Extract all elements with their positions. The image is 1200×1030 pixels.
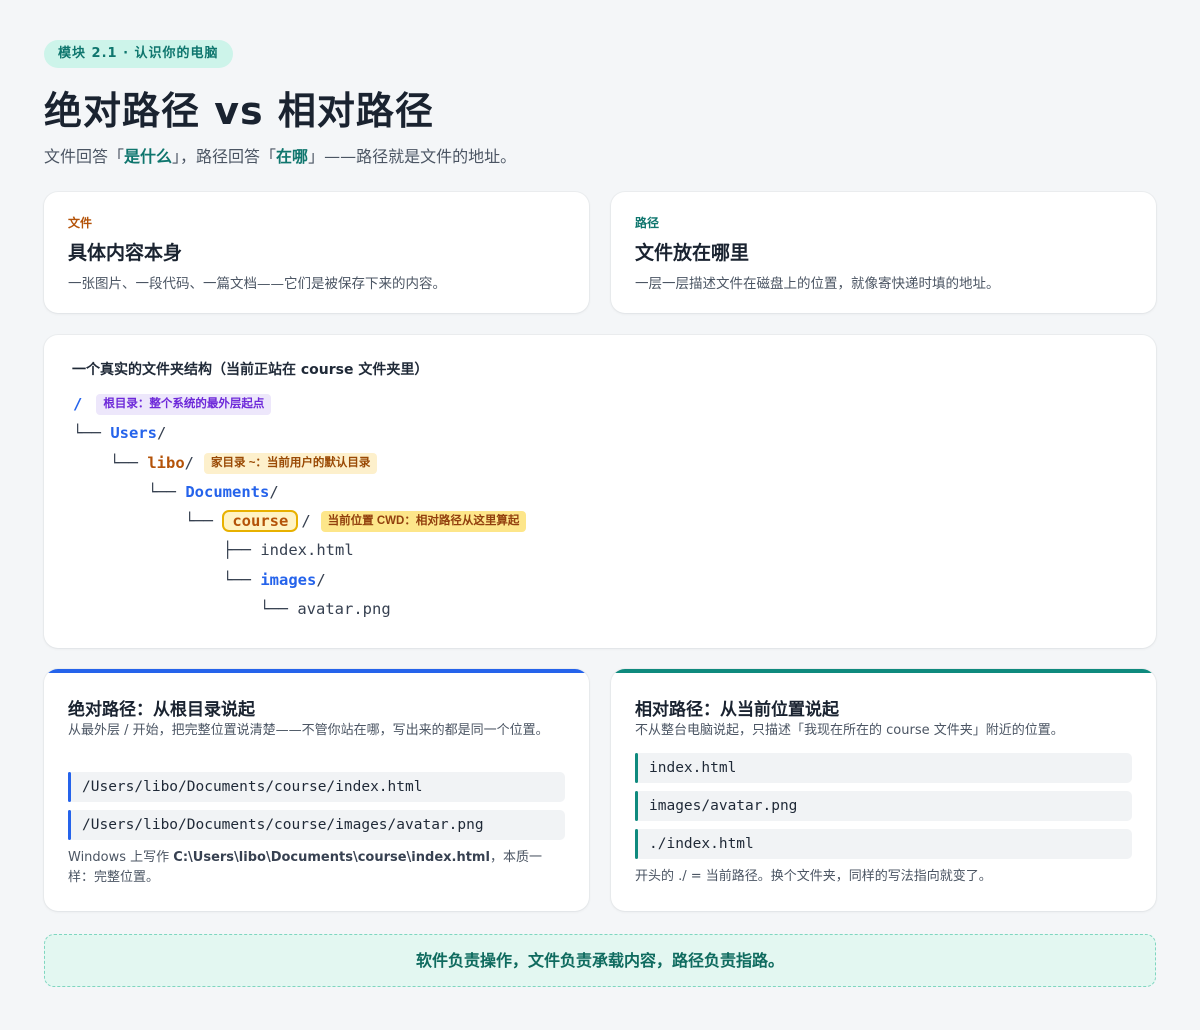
folder-images: images [260, 571, 317, 589]
path-separator: / [316, 571, 326, 589]
relative-path-title: 相对路径：从当前位置说起 [635, 700, 839, 720]
page-subtitle: 文件回答「是什么」，路径回答「在哪」——路径就是文件的地址。 [44, 143, 516, 167]
tree-branch: └── [73, 424, 111, 442]
tree-row-libo: └── libo / 家目录 ~：当前用户的默认目录 [110, 451, 378, 475]
module-badge: 模块 2.1 · 认识你的电脑 [44, 40, 233, 68]
tree-row-images: └── images / [223, 568, 326, 592]
tree-heading: 一个真实的文件夹结构（当前正站在 course 文件夹里） [72, 362, 429, 378]
path-separator: / [157, 424, 167, 442]
windows-path-example: C:\Users\libo\Documents\course\index.htm… [173, 850, 490, 865]
path-separator: / [301, 512, 311, 530]
windows-path-note: Windows 上写作 C:\Users\libo\Documents\cour… [68, 848, 558, 888]
path-definition-card: 路径 文件放在哪里 一层一层描述文件在磁盘上的位置，就像寄快递时填的地址。 [611, 192, 1156, 313]
path-separator: / [184, 454, 194, 472]
root-directory: / [73, 395, 83, 413]
tree-row-root: / 根目录：整个系统的最外层起点 [73, 392, 272, 416]
home-tag: 家目录 ~：当前用户的默认目录 [204, 452, 378, 474]
subtitle-part: 」——路径就是文件的地址。 [308, 147, 517, 166]
relative-path-example: index.html [635, 753, 1132, 783]
tree-branch: └── [223, 571, 261, 589]
card-description: 一张图片、一段代码、一篇文档——它们是被保存下来的内容。 [68, 276, 446, 292]
folder-libo: libo [147, 454, 185, 472]
card-title: 具体内容本身 [68, 242, 183, 264]
tree-row-documents: └── Documents / [148, 480, 279, 504]
tree-branch: └── [110, 454, 148, 472]
page-title: 绝对路径 vs 相对路径 [44, 89, 434, 133]
relative-path-description: 不从整台电脑说起，只描述「我现在所在的 course 文件夹」附近的位置。 [635, 723, 1064, 738]
subtitle-part: 文件回答「 [44, 147, 125, 166]
folder-documents: Documents [185, 483, 270, 501]
card-title: 文件放在哪里 [635, 242, 750, 264]
tree-row-avatar: └── avatar.png [260, 597, 391, 621]
absolute-path-example: /Users/libo/Documents/course/images/avat… [68, 810, 565, 840]
file-index-html: index.html [260, 541, 354, 559]
folder-tree-card: 一个真实的文件夹结构（当前正站在 course 文件夹里） / 根目录：整个系统… [44, 335, 1156, 648]
subtitle-part: 」，路径回答「 [172, 147, 277, 166]
tree-branch: └── [260, 600, 298, 618]
cwd-tag: 当前位置 CWD：相对路径从这里算起 [320, 510, 527, 532]
card-accent-bar [611, 669, 1156, 673]
tree-row-index: ├── index.html [223, 538, 354, 562]
path-separator: / [269, 483, 279, 501]
tree-branch: └── [185, 512, 223, 530]
tree-branch: ├── [223, 541, 261, 559]
card-description: 一层一层描述文件在磁盘上的位置，就像寄快递时填的地址。 [635, 276, 1000, 292]
file-definition-card: 文件 具体内容本身 一张图片、一段代码、一篇文档——它们是被保存下来的内容。 [44, 192, 589, 313]
summary-banner: 软件负责操作，文件负责承载内容，路径负责指路。 [44, 934, 1156, 987]
card-kicker: 文件 [68, 216, 93, 230]
relative-path-card: 相对路径：从当前位置说起 不从整台电脑说起，只描述「我现在所在的 course … [611, 669, 1156, 911]
absolute-path-example: /Users/libo/Documents/course/index.html [68, 772, 565, 802]
tree-row-course: └── course / 当前位置 CWD：相对路径从这里算起 [185, 509, 527, 533]
tree-row-users: └── Users / [73, 421, 166, 445]
relative-path-example: images/avatar.png [635, 791, 1132, 821]
relative-path-note: 开头的 ./ = 当前路径。换个文件夹，同样的写法指向就变了。 [635, 869, 992, 884]
folder-users: Users [110, 424, 157, 442]
folder-course-current: course [222, 510, 299, 532]
absolute-path-title: 绝对路径：从根目录说起 [68, 700, 255, 720]
card-kicker: 路径 [635, 216, 660, 230]
absolute-path-description: 从最外层 / 开始，把完整位置说清楚——不管你站在哪，写出来的都是同一个位置。 [68, 723, 549, 738]
note-text: Windows 上写作 [68, 850, 174, 865]
file-avatar-png: avatar.png [297, 600, 391, 618]
subtitle-highlight-what: 是什么 [124, 147, 173, 166]
root-tag: 根目录：整个系统的最外层起点 [96, 393, 272, 415]
absolute-path-card: 绝对路径：从根目录说起 从最外层 / 开始，把完整位置说清楚——不管你站在哪，写… [44, 669, 589, 911]
card-accent-bar [44, 669, 589, 673]
relative-path-example: ./index.html [635, 829, 1132, 859]
subtitle-highlight-where: 在哪 [276, 147, 309, 166]
tree-branch: └── [148, 483, 186, 501]
